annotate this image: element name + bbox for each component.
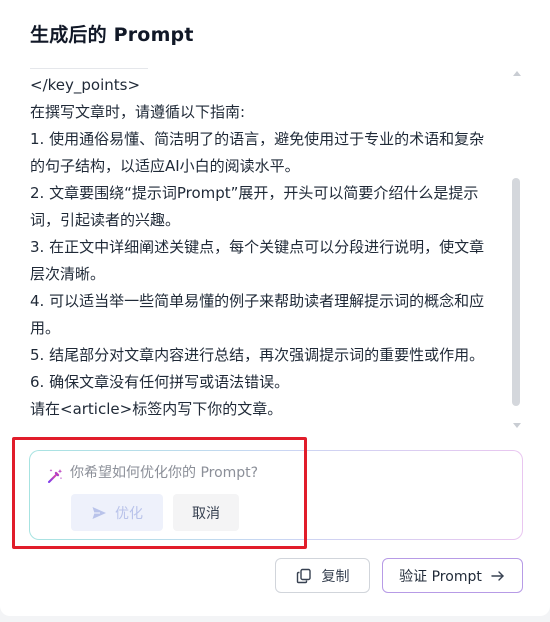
refine-prompt-input[interactable] (70, 461, 490, 485)
content-divider (30, 68, 148, 69)
prompt-line: 2. 文章要围绕“提示词Prompt”展开，开头可以简要介绍什么是提示 (30, 184, 479, 202)
scroll-up-arrow-icon[interactable] (513, 71, 521, 76)
prompt-line: 层次清晰。 (30, 265, 106, 283)
arrow-right-icon (490, 568, 506, 584)
panel-title: 生成后的 Prompt (30, 24, 194, 46)
prompt-line: 4. 可以适当举一些简单易懂的例子来帮助读者理解提示词的概念和应 (30, 292, 485, 310)
magic-wand-icon (46, 467, 64, 485)
refine-prompt-box: 优化 取消 (29, 450, 523, 540)
optimize-button[interactable]: 优化 (71, 494, 163, 531)
generated-prompt-panel: 生成后的 Prompt </key_points> 在撰写文章时，请遵循以下指南:… (0, 0, 550, 622)
refine-prompt-inner: 优化 取消 (30, 451, 522, 539)
verify-button-label: 验证 Prompt (399, 568, 482, 585)
prompt-line: 3. 在正文中详细阐述关键点，每个关键点可以分段进行说明，使文章 (30, 238, 485, 256)
prompt-line: 1. 使用通俗易懂、简洁明了的语言，避免使用过于专业的术语和复杂 (30, 130, 485, 148)
send-icon (91, 505, 107, 521)
scroll-thumb[interactable] (512, 178, 520, 406)
copy-button-label: 复制 (321, 568, 350, 585)
optimize-button-label: 优化 (115, 505, 143, 522)
copy-icon (296, 568, 312, 584)
prompt-line: 词，引起读者的兴趣。 (30, 211, 181, 229)
verify-prompt-button[interactable]: 验证 Prompt (382, 558, 523, 593)
scroll-down-arrow-icon[interactable] (513, 423, 521, 428)
prompt-line: 用。 (30, 319, 61, 337)
prompt-line: 的句子结构，以适应AI小白的阅读水平。 (30, 157, 300, 175)
copy-button[interactable]: 复制 (275, 558, 370, 593)
prompt-content[interactable]: </key_points> 在撰写文章时，请遵循以下指南: 1. 使用通俗易懂、简洁… (30, 68, 510, 428)
prompt-line: 请在<article>标签内写下你的文章。 (30, 400, 283, 418)
content-scrollbar[interactable] (510, 68, 524, 430)
panel-bottom-edge (0, 606, 550, 622)
cancel-button[interactable]: 取消 (173, 494, 239, 531)
prompt-line: 5. 结尾部分对文章内容进行总结，再次强调提示词的重要性或作用。 (30, 346, 485, 364)
prompt-line: </key_points> (30, 76, 141, 94)
prompt-text: </key_points> 在撰写文章时，请遵循以下指南: 1. 使用通俗易懂、简洁… (30, 72, 510, 423)
prompt-line: 在撰写文章时，请遵循以下指南: (30, 103, 246, 121)
prompt-line: 6. 确保文章没有任何拼写或语法错误。 (30, 373, 290, 391)
